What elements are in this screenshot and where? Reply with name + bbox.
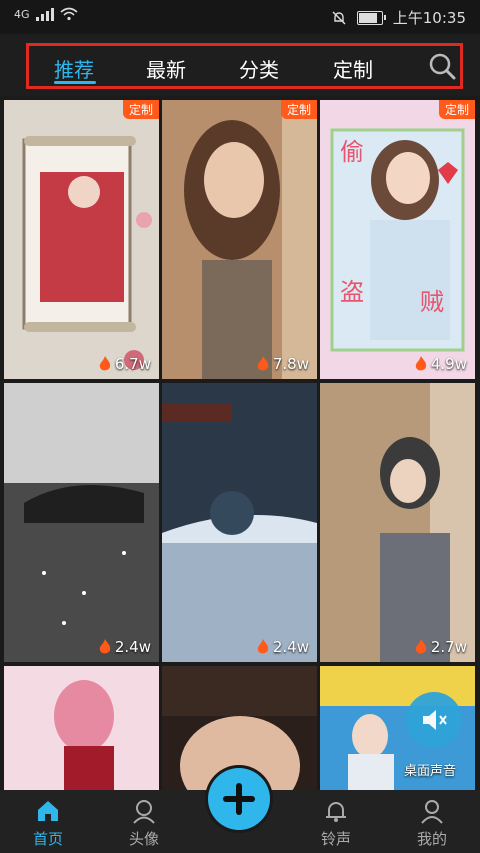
hot-count-value: 2.7w — [430, 638, 467, 656]
wallpaper-thumbnail — [320, 383, 475, 662]
desktop-sound-label: 桌面声音 — [404, 764, 457, 779]
wallpaper-thumbnail — [162, 383, 317, 662]
user-icon — [421, 800, 443, 824]
tab-recommend[interactable]: 推荐 — [54, 54, 94, 83]
nav-avatar-label: 头像 — [128, 830, 159, 848]
wifi-icon — [60, 7, 78, 21]
hot-count: 7.8w — [256, 355, 309, 373]
search-icon[interactable] — [428, 52, 456, 80]
hot-count: 2.7w — [414, 638, 467, 656]
flame-icon — [99, 639, 111, 654]
network-label: 4G — [14, 7, 30, 21]
status-left: 4G — [14, 7, 78, 21]
flame-icon — [257, 639, 269, 654]
plus-icon — [223, 783, 255, 815]
clock: 上午10:35 — [392, 9, 466, 27]
nav-ringtone-label: 铃声 — [320, 830, 351, 848]
wallpaper-card[interactable] — [4, 666, 159, 790]
hot-count: 4.9w — [414, 355, 467, 373]
create-button[interactable] — [208, 768, 270, 830]
avatar-icon — [133, 800, 155, 824]
wallpaper-thumbnail — [162, 100, 317, 379]
wallpaper-card[interactable]: 2.7w — [320, 383, 475, 662]
wallpaper-thumbnail — [4, 666, 159, 790]
hot-count-value: 2.4w — [114, 638, 151, 656]
wallpaper-card[interactable]: 2.4w — [4, 383, 159, 662]
nav-ringtone[interactable]: 铃声 — [296, 790, 376, 853]
hot-count-value: 2.4w — [272, 638, 309, 656]
svg-text:偷: 偷 — [340, 138, 364, 166]
tab-category[interactable]: 分类 — [239, 54, 279, 83]
tab-latest[interactable]: 最新 — [146, 54, 186, 83]
nav-home-label: 首页 — [32, 830, 63, 848]
status-right: 上午10:35 — [331, 7, 466, 28]
hot-count-value: 4.9w — [430, 355, 467, 373]
nav-home[interactable]: 首页 — [8, 790, 88, 853]
flame-icon — [257, 356, 269, 371]
hot-count-value: 6.7w — [114, 355, 151, 373]
signal-icon — [35, 7, 54, 21]
svg-text:贼: 贼 — [420, 288, 444, 316]
wallpaper-card[interactable]: 偷 盗 贼 定制 4.9w — [320, 100, 475, 379]
nav-profile-label: 我的 — [416, 830, 447, 848]
mute-bell-icon — [332, 11, 346, 24]
custom-badge: 定制 — [280, 100, 317, 119]
hot-count: 2.4w — [256, 638, 309, 656]
flame-icon — [415, 356, 427, 371]
wallpaper-card[interactable]: 定制 6.7w — [4, 100, 159, 379]
tab-custom[interactable]: 定制 — [333, 54, 373, 83]
home-icon — [38, 801, 58, 821]
status-bar: 4G 上午10:35 — [0, 0, 480, 34]
nav-profile[interactable]: 我的 — [392, 790, 472, 853]
wallpaper-thumbnail: 偷 盗 贼 — [320, 100, 475, 379]
bell-icon — [326, 802, 346, 822]
flame-icon — [415, 639, 427, 654]
flame-icon — [99, 356, 111, 371]
wallpaper-card[interactable]: 2.4w — [162, 383, 317, 662]
active-tab-underline — [54, 81, 96, 84]
hot-count: 6.7w — [98, 355, 151, 373]
wallpaper-thumbnail — [4, 383, 159, 662]
desktop-sound-toggle[interactable] — [406, 692, 462, 748]
nav-avatar[interactable]: 头像 — [104, 790, 184, 853]
svg-text:盗: 盗 — [340, 278, 364, 306]
speaker-mute-icon — [423, 710, 447, 730]
top-navigation: 推荐 最新 分类 定制 — [0, 34, 480, 96]
custom-badge: 定制 — [438, 100, 475, 119]
hot-count-value: 7.8w — [272, 355, 309, 373]
wallpaper-card[interactable]: 定制 7.8w — [162, 100, 317, 379]
wallpaper-thumbnail — [4, 100, 159, 379]
battery-icon — [356, 10, 386, 25]
hot-count: 2.4w — [98, 638, 151, 656]
custom-badge: 定制 — [122, 100, 159, 119]
